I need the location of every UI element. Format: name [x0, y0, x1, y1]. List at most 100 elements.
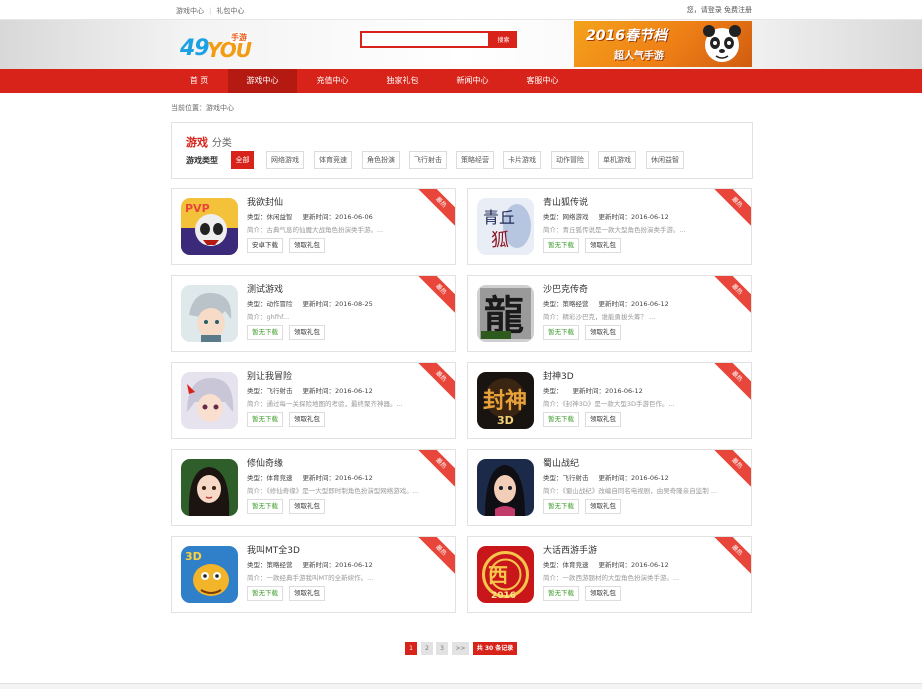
- logo-number: 49: [180, 36, 210, 61]
- game-desc: 简介：一款西游题材的大型角色扮演类手游。...: [543, 574, 680, 582]
- download-button[interactable]: 安卓下载: [247, 238, 283, 253]
- anime-girl-icon[interactable]: [181, 372, 238, 429]
- game-type: 类型：策略经营: [543, 300, 589, 308]
- search-button[interactable]: 搜索: [490, 31, 517, 48]
- chip-online-games[interactable]: 网络游戏: [266, 151, 304, 169]
- fox-calligraphy-icon[interactable]: 青丘 狐: [477, 198, 534, 255]
- chip-rpg[interactable]: 角色扮演: [362, 151, 400, 169]
- mt-cow-icon[interactable]: 3D: [181, 546, 238, 603]
- game-name[interactable]: 修仙奇缘: [247, 456, 283, 469]
- total-records: 共 30 条记录: [473, 642, 517, 655]
- game-updated: 更新时间：2016-06-12: [572, 387, 643, 395]
- download-button[interactable]: 暂无下载: [247, 586, 283, 601]
- game-updated: 更新时间：2016-06-12: [598, 474, 669, 482]
- download-button[interactable]: 暂无下载: [247, 412, 283, 427]
- chip-casual-puzzle[interactable]: 休闲益智: [646, 151, 684, 169]
- top-link-game-center[interactable]: 游戏中心: [176, 6, 204, 16]
- chip-all[interactable]: 全部: [231, 151, 254, 169]
- xiyou-2016-icon[interactable]: 西 2016: [477, 546, 534, 603]
- gift-button[interactable]: 领取礼包: [289, 412, 325, 427]
- svg-text:2016: 2016: [491, 591, 516, 601]
- download-button[interactable]: 暂无下载: [543, 412, 579, 427]
- login-register-link[interactable]: 您，请登录 免费注册: [687, 5, 752, 15]
- game-type: 类型：飞行射击: [543, 474, 589, 482]
- game-name[interactable]: 我欲封仙: [247, 195, 283, 208]
- game-card: 3D 我叫MT全3D 类型：策略经营 更新时间：2016-06-12 简介：一款经…: [171, 536, 456, 613]
- game-name[interactable]: 测试游戏: [247, 282, 283, 295]
- gift-button[interactable]: 领取礼包: [585, 325, 621, 340]
- chip-racing[interactable]: 体育竞速: [314, 151, 352, 169]
- nav-exclusive-gifts[interactable]: 独家礼包: [368, 69, 437, 93]
- gift-button[interactable]: 领取礼包: [289, 586, 325, 601]
- chip-card-games[interactable]: 卡片游戏: [503, 151, 541, 169]
- breadcrumb: 当前位置：游戏中心: [171, 104, 234, 112]
- game-meta: 类型：体育竞速 更新时间：2016-06-12: [543, 559, 679, 569]
- game-updated: 更新时间：2016-06-12: [302, 387, 373, 395]
- category-heading: 游戏 分类: [186, 134, 232, 150]
- game-type: 类型：动作冒险: [247, 300, 293, 308]
- game-updated: 更新时间：2016-06-12: [302, 561, 373, 569]
- chip-strategy[interactable]: 策略经营: [456, 151, 494, 169]
- download-button[interactable]: 暂无下载: [543, 238, 579, 253]
- game-name[interactable]: 青山狐传说: [543, 195, 588, 208]
- game-name[interactable]: 蜀山战纪: [543, 456, 579, 469]
- chip-action-adventure[interactable]: 动作冒险: [551, 151, 589, 169]
- top-link-gift-center[interactable]: 礼包中心: [216, 6, 244, 16]
- game-meta: 类型：体育竞速 更新时间：2016-06-12: [247, 472, 383, 482]
- download-button[interactable]: 暂无下载: [247, 499, 283, 514]
- game-desc: 简介：古典气息的仙魔大战角色扮演类手游。...: [247, 226, 384, 234]
- chip-single-player[interactable]: 单机游戏: [598, 151, 636, 169]
- promo-banner[interactable]: 2016春节档 超人气手游: [574, 21, 752, 67]
- gift-button[interactable]: 领取礼包: [585, 238, 621, 253]
- game-card: 别让我冒险 类型：飞行射击 更新时间：2016-06-12 简介：通过每一关探险地…: [171, 362, 456, 439]
- game-meta: 类型：休闲益智 更新时间：2016-06-06: [247, 211, 383, 221]
- svg-text:狐: 狐: [491, 230, 509, 251]
- nav-service-center[interactable]: 客服中心: [508, 69, 577, 93]
- nav-recharge-center[interactable]: 充值中心: [298, 69, 367, 93]
- gift-button[interactable]: 领取礼包: [289, 499, 325, 514]
- heroine-icon[interactable]: [477, 459, 534, 516]
- gift-button[interactable]: 领取礼包: [585, 499, 621, 514]
- game-updated: 更新时间：2016-06-06: [302, 213, 373, 221]
- gift-button[interactable]: 领取礼包: [289, 238, 325, 253]
- page-next[interactable]: >>: [452, 642, 469, 655]
- fairy-lady-icon[interactable]: [181, 459, 238, 516]
- gift-button[interactable]: 领取礼包: [585, 412, 621, 427]
- game-updated: 更新时间：2016-06-12: [302, 474, 373, 482]
- download-button[interactable]: 暂无下载: [543, 325, 579, 340]
- game-meta: 类型： 更新时间：2016-06-12: [543, 385, 653, 395]
- nav-game-center[interactable]: 游戏中心: [228, 69, 297, 93]
- page-3[interactable]: 3: [436, 642, 448, 655]
- game-name[interactable]: 封神3D: [543, 369, 574, 382]
- page-1[interactable]: 1: [405, 642, 417, 655]
- chip-shooter[interactable]: 飞行射击: [409, 151, 447, 169]
- game-meta: 类型：动作冒险 更新时间：2016-08-25: [247, 298, 383, 308]
- gift-button[interactable]: 领取礼包: [289, 325, 325, 340]
- game-meta: 类型：策略经营 更新时间：2016-06-12: [247, 559, 383, 569]
- game-name[interactable]: 我叫MT全3D: [247, 543, 300, 556]
- game-meta: 类型：网络游戏 更新时间：2016-06-12: [543, 211, 679, 221]
- nav-news-center[interactable]: 新闻中心: [438, 69, 507, 93]
- download-button[interactable]: 暂无下载: [543, 499, 579, 514]
- download-button[interactable]: 暂无下载: [543, 586, 579, 601]
- game-name[interactable]: 沙巴克传奇: [543, 282, 588, 295]
- site-logo[interactable]: 49 YOU 手游: [180, 32, 260, 62]
- search-input[interactable]: [360, 31, 490, 48]
- svg-text:PVP: PVP: [185, 202, 210, 215]
- fengshen-3d-icon[interactable]: 封神 3D: [477, 372, 534, 429]
- top-links: 游戏中心 | 礼包中心: [176, 6, 244, 16]
- game-desc: 简介：青丘狐传说是一款大型角色扮演类手游。...: [543, 226, 686, 234]
- game-type: 类型：体育竞速: [543, 561, 589, 569]
- download-button[interactable]: 暂无下载: [247, 325, 283, 340]
- pvp-panda-icon[interactable]: PVP: [181, 198, 238, 255]
- anime-boy-icon[interactable]: [181, 285, 238, 342]
- banner-subline: 超人气手游: [614, 51, 664, 62]
- page-2[interactable]: 2: [421, 642, 433, 655]
- game-name[interactable]: 别让我冒险: [247, 369, 292, 382]
- dragon-character-icon[interactable]: 龍: [477, 285, 534, 342]
- game-name[interactable]: 大话西游手游: [543, 543, 597, 556]
- gift-button[interactable]: 领取礼包: [585, 586, 621, 601]
- nav-home[interactable]: 首 页: [171, 69, 227, 93]
- category-title-sub: 分类: [211, 138, 232, 149]
- game-desc: 简介：《蜀山战纪》改编自同名电视剧，由吴奇隆亲自监制 ...: [543, 487, 718, 495]
